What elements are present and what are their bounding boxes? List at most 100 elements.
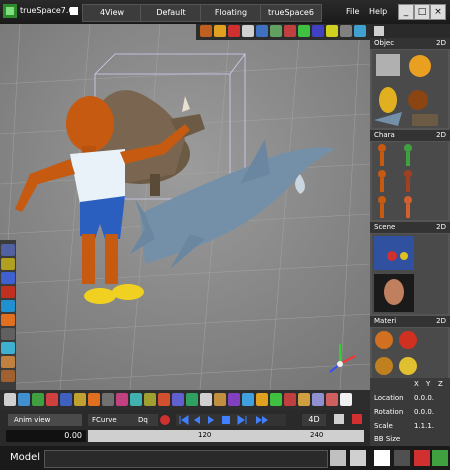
object-tool-icon[interactable]: [214, 25, 226, 37]
tab-4view[interactable]: 4View: [82, 4, 142, 22]
link-icon[interactable]: [74, 393, 86, 406]
panel-materials-title: Materi: [374, 317, 397, 325]
boolean-icon[interactable]: [116, 393, 128, 406]
tab-dq[interactable]: Dq: [136, 414, 158, 426]
path-icon[interactable]: [186, 393, 198, 406]
close-button[interactable]: ×: [430, 4, 446, 20]
axis-header-y: Y: [426, 380, 431, 388]
sphere-tool-icon[interactable]: [1, 314, 15, 326]
glue-icon[interactable]: [102, 393, 114, 406]
axis-z-icon[interactable]: [312, 25, 324, 37]
axis-header-z: Z: [438, 380, 443, 388]
truespace-logo-icon: [3, 4, 17, 18]
menu-file[interactable]: File: [346, 4, 359, 20]
coordinates-panel: X Y Z Location 0.0.0. Rotation 0.0.0. Sc…: [370, 378, 450, 446]
menu-help[interactable]: Help: [369, 4, 387, 20]
panel-scenes-header[interactable]: Scene 2D: [370, 222, 450, 233]
bbsize-label: BB Size: [374, 435, 401, 443]
axis-x-icon[interactable]: [284, 25, 296, 37]
lasso-tool-icon[interactable]: [1, 258, 15, 270]
eye-view-icon[interactable]: [256, 25, 268, 37]
panel-scenes-body: [372, 234, 448, 314]
tab-floating[interactable]: Floating: [200, 4, 262, 22]
model-tool-icon[interactable]: [200, 25, 212, 37]
arrow-tool-icon[interactable]: [4, 393, 16, 406]
playback-controls[interactable]: [176, 414, 286, 426]
rotate-tool-icon[interactable]: [1, 286, 15, 298]
rotation-label: Rotation: [374, 408, 404, 416]
light-icon[interactable]: [158, 393, 170, 406]
tab-truespace6[interactable]: trueSpace6: [260, 4, 322, 22]
help-icon[interactable]: [340, 393, 352, 406]
tab-fcurve[interactable]: FCurve: [88, 414, 136, 426]
uv-icon[interactable]: [144, 393, 156, 406]
panel-objects-header[interactable]: Objec 2D: [370, 38, 450, 49]
scene-thumbnails: [374, 236, 414, 312]
camera-view-icon[interactable]: [270, 25, 282, 37]
grid-tool-icon[interactable]: [1, 328, 15, 340]
maximize-button[interactable]: □: [414, 4, 430, 20]
panel-characters-badge: 2D: [436, 131, 446, 139]
rotate-icon[interactable]: [46, 393, 58, 406]
panel-scenes-title: Scene: [374, 223, 396, 231]
tab-anim-view[interactable]: Anim view: [8, 414, 82, 426]
animation-icon[interactable]: [200, 393, 212, 406]
home-view-icon[interactable]: [242, 25, 254, 37]
tab-default[interactable]: Default: [140, 4, 202, 22]
move-icon[interactable]: [32, 393, 44, 406]
wrench-tool-icon[interactable]: [1, 370, 15, 382]
anim-mode-badge[interactable]: 4D: [302, 414, 326, 426]
panel-materials-badge: 2D: [436, 317, 446, 325]
render-file-icon[interactable]: [284, 393, 296, 406]
bottom-toolbar: [0, 390, 370, 410]
grid-icon[interactable]: [326, 25, 338, 37]
view-options-icon[interactable]: [354, 25, 366, 37]
location-value[interactable]: 0.0.0.: [414, 394, 434, 402]
undo-icon[interactable]: [326, 393, 338, 406]
frame-input[interactable]: 0.00: [6, 430, 86, 442]
panel-characters-header[interactable]: Chara 2D: [370, 130, 450, 141]
paint-tool-icon[interactable]: [228, 25, 240, 37]
scale-icon[interactable]: [60, 393, 72, 406]
status-icon-1[interactable]: [330, 450, 346, 466]
status-icon-4[interactable]: [394, 450, 410, 466]
status-icon-5[interactable]: [414, 450, 430, 466]
status-icon-2[interactable]: [350, 450, 366, 466]
hierarchy-icon[interactable]: [312, 393, 324, 406]
left-toolbar: [0, 240, 16, 390]
pick-tool-icon[interactable]: [18, 393, 30, 406]
scale-tool-icon[interactable]: [1, 300, 15, 312]
console-icon[interactable]: [374, 450, 390, 466]
material-icon[interactable]: [242, 393, 254, 406]
render-icon[interactable]: [340, 25, 352, 37]
library-folder-icon[interactable]: [374, 26, 384, 36]
paint-brush-icon[interactable]: [1, 356, 15, 368]
plugin-icon[interactable]: [298, 393, 310, 406]
3d-viewport[interactable]: [0, 24, 370, 390]
render-object-icon[interactable]: [256, 393, 268, 406]
scale-value[interactable]: 1.1.1.: [414, 422, 434, 430]
anim-minimize-icon[interactable]: [334, 414, 344, 424]
select-tool-icon[interactable]: [1, 244, 15, 256]
primitives-icon[interactable]: [88, 393, 100, 406]
render-scene-icon[interactable]: [270, 393, 282, 406]
axis-y-icon[interactable]: [298, 25, 310, 37]
panel-objects-body: [372, 50, 448, 128]
deform-tool-icon[interactable]: [1, 342, 15, 354]
status-icon-6[interactable]: [432, 450, 448, 466]
deform-icon[interactable]: [130, 393, 142, 406]
title-bar: trueSpace7.6 4View Default Floating true…: [0, 0, 450, 24]
camera-icon[interactable]: [172, 393, 184, 406]
anim-close-icon[interactable]: [352, 414, 362, 424]
record-button[interactable]: [160, 415, 170, 425]
rotation-value[interactable]: 0.0.0.: [414, 408, 434, 416]
move-tool-icon[interactable]: [1, 272, 15, 284]
playback-icons: [179, 415, 268, 425]
minimize-button[interactable]: _: [398, 4, 414, 20]
layout-dropdown-icon[interactable]: [70, 7, 78, 15]
ruler-mark-120: 120: [198, 431, 212, 439]
timeline-ruler[interactable]: 120 240: [88, 430, 364, 442]
paint-icon[interactable]: [228, 393, 240, 406]
panel-materials-header[interactable]: Materi 2D: [370, 316, 450, 327]
record-icon[interactable]: [214, 393, 226, 406]
